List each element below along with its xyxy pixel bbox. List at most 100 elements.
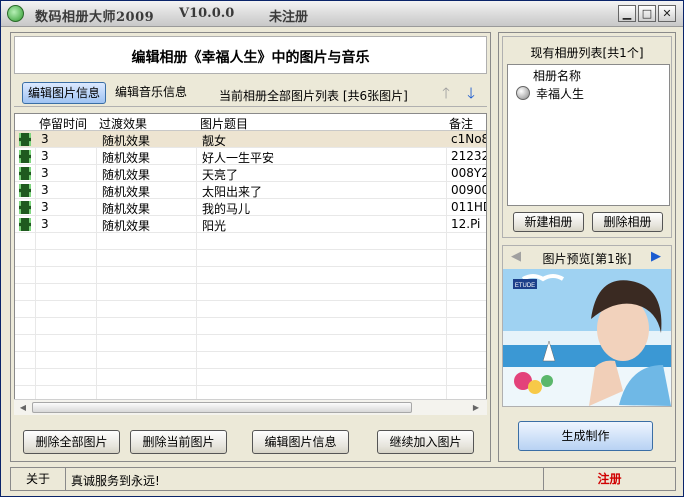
row-note: c1No8 [451, 132, 487, 146]
row-note: 008Y2 [451, 166, 487, 180]
row-title: 太阳出来了 [202, 185, 263, 199]
tab-edit-music-info[interactable]: 编辑音乐信息 [110, 82, 192, 104]
tab-edit-picture-info[interactable]: 编辑图片信息 [22, 82, 107, 104]
row-duration: 3 [41, 217, 49, 231]
column-header-note[interactable]: 备注 [449, 115, 473, 132]
editor-header: 编辑相册《幸福人生》中的图片与音乐 [14, 36, 487, 74]
row-note: 12.Pi [451, 217, 481, 231]
row-duration: 3 [41, 183, 49, 197]
empty-row [15, 250, 486, 267]
column-header-duration[interactable]: 停留时间 [39, 115, 87, 132]
table-rows: 3 随机效果 靓女 c1No8 3 随机效果 好人一生平安 21232 3 随机… [15, 131, 486, 403]
preview-box: ◀ 图片预览[第1张] ▶ ETUDE [502, 245, 672, 407]
row-effect: 随机效果 [102, 185, 151, 199]
row-note: 00900 [451, 183, 487, 197]
empty-row [15, 284, 486, 301]
next-picture-icon[interactable]: ▶ [651, 249, 661, 264]
album-list-box: 现有相册列表[共1个] 相册名称 幸福人生 新建相册 删除相册 [502, 36, 672, 238]
row-effect: 随机效果 [102, 168, 151, 182]
app-title: 数码相册大师2009 [35, 10, 155, 25]
empty-row [15, 301, 486, 318]
table-row[interactable]: 3 随机效果 阳光 12.Pi [15, 216, 486, 233]
scroll-left-icon[interactable]: ◀ [17, 402, 29, 413]
status-message: 真诚服务到永远! [71, 474, 160, 488]
preview-header: ◀ 图片预览[第1张] ▶ [503, 246, 671, 268]
film-icon [19, 167, 31, 180]
empty-row [15, 369, 486, 386]
delete-album-button[interactable]: 删除相册 [592, 212, 663, 232]
film-icon [19, 201, 31, 214]
film-icon [19, 184, 31, 197]
film-icon [19, 150, 31, 163]
row-note: 21232 [451, 149, 487, 163]
app-logo-icon [7, 5, 24, 22]
picture-list-caption: 当前相册全部图片列表 [共6张图片] [219, 89, 408, 103]
title-bar[interactable]: 数码相册大师2009 V10.0.0 未注册 ▁ □ ✕ [1, 1, 683, 27]
add-more-pictures-button[interactable]: 继续加入图片 [377, 430, 474, 454]
maximize-button[interactable]: □ [638, 5, 656, 22]
album-list-item[interactable]: 幸福人生 [516, 85, 584, 102]
empty-row [15, 233, 486, 250]
row-title: 天亮了 [202, 168, 239, 182]
move-down-arrow-icon[interactable]: 🡓 [463, 84, 479, 102]
status-bar: 关于 真诚服务到永远! 注册 [10, 467, 676, 491]
empty-row [15, 267, 486, 284]
row-duration: 3 [41, 200, 49, 214]
row-note: 011HD [451, 200, 486, 214]
empty-row [15, 335, 486, 352]
editor-heading: 编辑相册《幸福人生》中的图片与音乐 [131, 50, 370, 66]
empty-row [15, 318, 486, 335]
row-effect: 随机效果 [102, 202, 151, 216]
table-row[interactable]: 3 随机效果 靓女 c1No8 [15, 131, 486, 148]
preview-image: ETUDE [503, 269, 671, 406]
row-title: 阳光 [202, 219, 227, 233]
registration-state: 未注册 [269, 10, 309, 25]
delete-all-pictures-button[interactable]: 删除全部图片 [23, 430, 120, 454]
film-icon [19, 133, 31, 146]
column-header-title[interactable]: 图片题目 [200, 115, 248, 132]
sidebar-panel: 现有相册列表[共1个] 相册名称 幸福人生 新建相册 删除相册 ◀ 图片预览[第… [498, 32, 676, 462]
preview-photo-art: ETUDE [503, 269, 671, 406]
about-button[interactable]: 关于 [11, 468, 66, 490]
album-column-header: 相册名称 [533, 69, 582, 83]
row-title: 好人一生平安 [202, 151, 275, 165]
register-button[interactable]: 注册 [543, 468, 675, 490]
generate-button[interactable]: 生成制作 [518, 421, 653, 451]
preview-title: 图片预览[第1张] [542, 252, 632, 266]
table-header: 停留时间 过渡效果 图片题目 备注 [15, 114, 486, 131]
row-effect: 随机效果 [102, 219, 151, 233]
delete-current-picture-button[interactable]: 删除当前图片 [130, 430, 227, 454]
edit-picture-info-button[interactable]: 编辑图片信息 [252, 430, 349, 454]
album-list: 相册名称 幸福人生 [507, 64, 670, 206]
scroll-thumb[interactable] [32, 402, 412, 413]
row-duration: 3 [41, 149, 49, 163]
row-duration: 3 [41, 132, 49, 146]
brand-logo: ETUDE [515, 283, 535, 289]
cd-icon [516, 86, 530, 100]
horizontal-scrollbar[interactable]: ◀ ▶ [14, 399, 487, 415]
row-title: 我的马儿 [202, 202, 251, 216]
app-window: 数码相册大师2009 V10.0.0 未注册 ▁ □ ✕ 编辑相册《幸福人生》中… [0, 0, 684, 497]
editor-tabbar: 编辑图片信息 编辑音乐信息 当前相册全部图片列表 [共6张图片] 🡑 🡓 [14, 79, 487, 107]
app-version: V10.0.0 [179, 6, 235, 21]
table-row[interactable]: 3 随机效果 我的马儿 011HD [15, 199, 486, 216]
album-list-title: 现有相册列表[共1个] [530, 46, 644, 60]
new-album-button[interactable]: 新建相册 [513, 212, 584, 232]
row-effect: 随机效果 [102, 151, 151, 165]
film-icon [19, 218, 31, 231]
table-row[interactable]: 3 随机效果 好人一生平安 21232 [15, 148, 486, 165]
move-up-arrow-icon[interactable]: 🡑 [438, 84, 454, 102]
empty-row [15, 352, 486, 369]
close-button[interactable]: ✕ [658, 5, 676, 22]
editor-panel: 编辑相册《幸福人生》中的图片与音乐 编辑图片信息 编辑音乐信息 当前相册全部图片… [10, 32, 491, 462]
table-row[interactable]: 3 随机效果 太阳出来了 00900 [15, 182, 486, 199]
scroll-right-icon[interactable]: ▶ [470, 402, 482, 413]
album-name: 幸福人生 [536, 87, 585, 101]
row-effect: 随机效果 [102, 134, 151, 148]
picture-table: 停留时间 过渡效果 图片题目 备注 3 随机效果 靓女 c1No8 3 随机效果… [14, 113, 487, 415]
row-title: 靓女 [202, 134, 227, 148]
table-row[interactable]: 3 随机效果 天亮了 008Y2 [15, 165, 486, 182]
minimize-button[interactable]: ▁ [618, 5, 636, 22]
column-header-effect[interactable]: 过渡效果 [99, 115, 147, 132]
row-duration: 3 [41, 166, 49, 180]
